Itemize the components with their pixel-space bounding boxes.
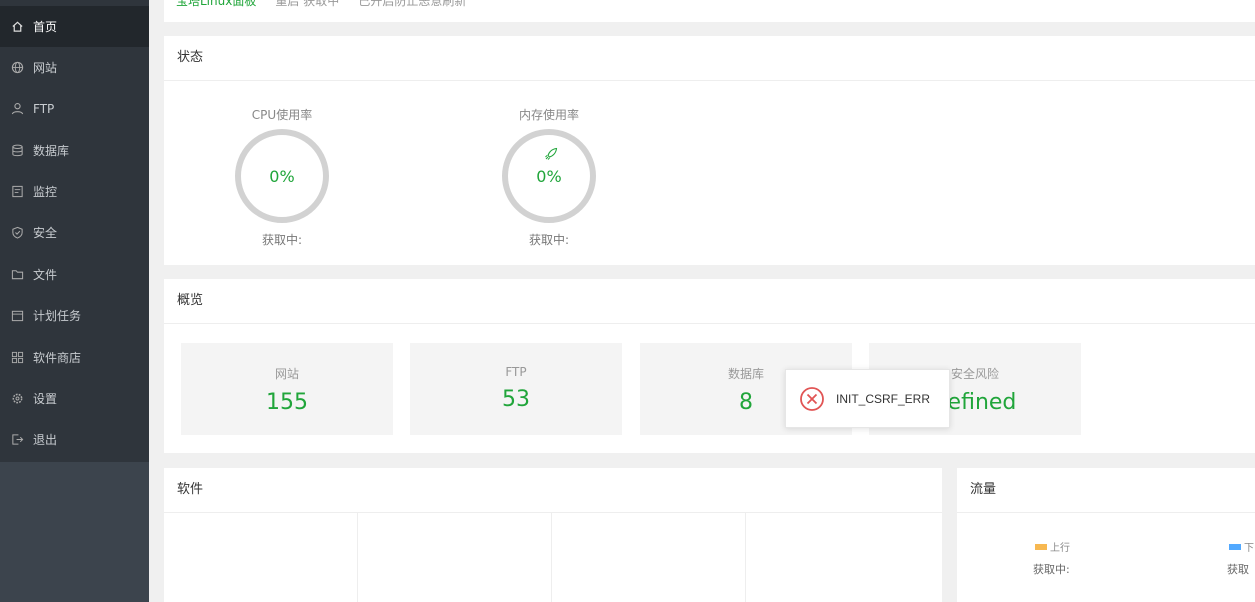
sidebar-item-label: 安全 xyxy=(33,226,58,240)
legend-upload: 上行 xyxy=(1035,539,1070,554)
sidebar-item-label: 监控 xyxy=(33,185,58,199)
cpu-label: CPU使用率 xyxy=(251,108,313,122)
overview-title: 概览 xyxy=(177,293,204,308)
sidebar-item-label: 数据库 xyxy=(33,144,70,158)
logout-icon xyxy=(10,433,24,447)
download-value: 获取 xyxy=(1227,563,1249,576)
stat-value: 155 xyxy=(266,390,308,415)
legend-download: 下 xyxy=(1229,539,1254,554)
stat-ftp[interactable]: FTP 53 xyxy=(410,343,622,435)
status-title: 状态 xyxy=(177,50,204,65)
sidebar-item-website[interactable]: 网站 xyxy=(0,47,149,88)
upload-value: 获取中: xyxy=(1033,563,1070,576)
sidebar-item-cron[interactable]: 计划任务 xyxy=(0,295,149,336)
grid-icon xyxy=(10,351,24,365)
toast-message: INIT_CSRF_ERR xyxy=(836,391,931,406)
gear-icon xyxy=(10,392,24,406)
sidebar-item-label: 首页 xyxy=(33,20,58,34)
sidebar-item-label: 网站 xyxy=(33,61,58,75)
error-toast: INIT_CSRF_ERR xyxy=(785,369,950,428)
overview-card: 概览 网站 155 FTP 53 数据库 8 安全风险 defined xyxy=(164,279,1255,453)
sidebar-item-settings[interactable]: 设置 xyxy=(0,378,149,419)
sidebar-item-label: 文件 xyxy=(33,268,58,282)
home-icon xyxy=(10,20,24,34)
legend-upload-label: 上行 xyxy=(1050,543,1070,554)
breadcrumb-link[interactable]: 宝塔Linux面板 xyxy=(176,0,256,8)
stat-websites[interactable]: 网站 155 xyxy=(181,343,393,435)
sidebar-item-label: 计划任务 xyxy=(33,309,82,323)
cpu-footer: 获取中: xyxy=(261,233,303,247)
memory-footer: 获取中: xyxy=(528,233,570,247)
software-card: 软件 xyxy=(164,468,942,602)
stat-label: FTP xyxy=(505,365,527,379)
sidebar-item-monitor[interactable]: 监控 xyxy=(0,171,149,212)
folder-icon xyxy=(10,268,24,282)
sidebar-item-ftp[interactable]: FTP xyxy=(0,88,149,129)
status-card: 状态 CPU使用率 0% 获取中: 内存使用率 0% 获取中: xyxy=(164,36,1255,265)
sidebar-item-label: FTP xyxy=(33,101,55,116)
memory-gauge[interactable]: 内存使用率 0% 获取中: xyxy=(479,106,619,248)
cpu-gauge[interactable]: CPU使用率 0% 获取中: xyxy=(212,106,352,248)
monitor-icon xyxy=(10,185,24,199)
error-circle-icon xyxy=(800,386,824,411)
user-icon xyxy=(10,102,24,116)
calendar-icon xyxy=(10,309,24,323)
globe-icon xyxy=(10,61,24,75)
memory-value: 0% xyxy=(536,167,562,186)
rocket-icon[interactable] xyxy=(544,147,558,161)
traffic-card: 流量 上行 获取中: 下 获取 xyxy=(957,468,1255,602)
breadcrumb-text: 重启 获取中 xyxy=(275,0,340,8)
software-title: 软件 xyxy=(177,482,204,497)
sidebar-item-security[interactable]: 安全 xyxy=(0,212,149,253)
memory-label: 内存使用率 xyxy=(518,108,579,122)
software-grid xyxy=(164,513,942,602)
sidebar-item-files[interactable]: 文件 xyxy=(0,254,149,295)
stat-value: 53 xyxy=(502,387,530,412)
memory-ring: 0% xyxy=(502,129,596,223)
sidebar: 首页 网站 FTP 数据库 监控 安全 文件 计划任务 软件商店 设置 退出 xyxy=(0,0,149,602)
traffic-title: 流量 xyxy=(970,482,997,497)
sidebar-item-logout[interactable]: 退出 xyxy=(0,419,149,460)
stat-label: 网站 xyxy=(274,367,299,381)
sidebar-item-store[interactable]: 软件商店 xyxy=(0,337,149,378)
download-swatch xyxy=(1229,543,1241,550)
cpu-value: 0% xyxy=(269,167,295,186)
sidebar-item-home[interactable]: 首页 xyxy=(0,6,149,47)
sidebar-item-database[interactable]: 数据库 xyxy=(0,130,149,171)
sidebar-item-label: 软件商店 xyxy=(33,351,82,365)
breadcrumb: 宝塔Linux面板 重启 获取中 已开启防止恶意刷新 xyxy=(164,0,1255,22)
shield-icon xyxy=(10,226,24,240)
legend-download-label: 下 xyxy=(1244,543,1254,554)
sidebar-item-label: 退出 xyxy=(33,433,58,447)
sidebar-item-label: 设置 xyxy=(33,392,58,406)
upload-swatch xyxy=(1035,543,1047,550)
breadcrumb-text: 已开启防止恶意刷新 xyxy=(358,0,467,8)
sidebar-menu: 首页 网站 FTP 数据库 监控 安全 文件 计划任务 软件商店 设置 退出 xyxy=(0,0,149,462)
cpu-ring: 0% xyxy=(235,129,329,223)
database-icon xyxy=(10,144,24,158)
